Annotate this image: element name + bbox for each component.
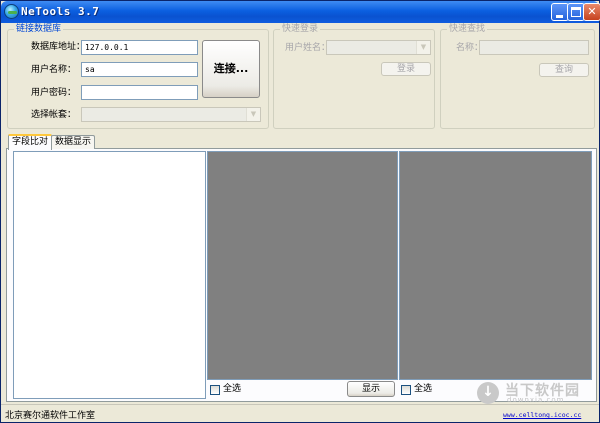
db-address-input[interactable]: 127.0.0.1 [81, 40, 198, 55]
account-select[interactable]: ▼ [81, 107, 261, 122]
right-data-grid[interactable] [399, 151, 592, 380]
title-bar[interactable]: NeTools 3.7 ✕ [1, 1, 600, 23]
user-name-label: 用户姓名： [285, 43, 331, 53]
quick-login-title: 快速登录 [280, 24, 321, 35]
password-input[interactable] [81, 85, 198, 100]
window-title: NeTools 3.7 [21, 5, 100, 18]
app-window: NeTools 3.7 ✕ 链接数据库 数据库地址： 127.0.0.1 用户名… [0, 0, 600, 423]
field-listbox[interactable] [13, 151, 206, 399]
close-button[interactable]: ✕ [583, 3, 600, 21]
status-company: 北京赛尔通软件工作室 [5, 411, 96, 421]
close-icon: ✕ [587, 5, 597, 18]
db-address-label: 数据库地址： [31, 42, 86, 52]
username-input[interactable]: sa [81, 62, 198, 77]
select-all-left-checkbox[interactable] [210, 385, 220, 395]
status-website-link[interactable]: www.celltong.icoc.cc [503, 411, 581, 419]
password-label: 用户密码： [31, 88, 77, 98]
watermark-subtitle: downxia.com [507, 396, 565, 404]
username-label: 用户名称： [31, 65, 77, 75]
chevron-down-icon[interactable]: ▼ [246, 108, 260, 121]
db-group-title: 链接数据库 [14, 24, 64, 35]
search-name-input[interactable] [479, 40, 589, 55]
maximize-icon [571, 7, 581, 17]
quick-search-title: 快速查找 [447, 24, 488, 35]
select-all-left-label: 全选 [223, 384, 242, 394]
minimize-icon [556, 15, 563, 18]
download-arrow-icon: ↓ [477, 382, 499, 404]
connect-button[interactable]: 连接... [202, 40, 260, 98]
select-all-right-checkbox[interactable] [401, 385, 411, 395]
login-button[interactable]: 登录 [381, 62, 431, 76]
watermark: ↓ 当下软件园 downxia.com [473, 379, 595, 405]
search-button[interactable]: 查询 [539, 63, 589, 77]
chevron-down-icon[interactable]: ▼ [416, 41, 430, 54]
account-label: 选择帐套： [31, 110, 77, 120]
app-globe-icon[interactable] [4, 4, 19, 19]
tab-data-display[interactable]: 数据显示 [51, 135, 96, 149]
left-data-grid[interactable] [207, 151, 398, 380]
user-name-select[interactable]: ▼ [326, 40, 431, 55]
status-bar: 北京赛尔通软件工作室 www.celltong.icoc.cc [1, 404, 599, 422]
select-all-right-label: 全选 [414, 384, 433, 394]
show-button[interactable]: 显示 [347, 381, 395, 397]
tab-field-compare[interactable]: 字段比对 [8, 134, 53, 150]
